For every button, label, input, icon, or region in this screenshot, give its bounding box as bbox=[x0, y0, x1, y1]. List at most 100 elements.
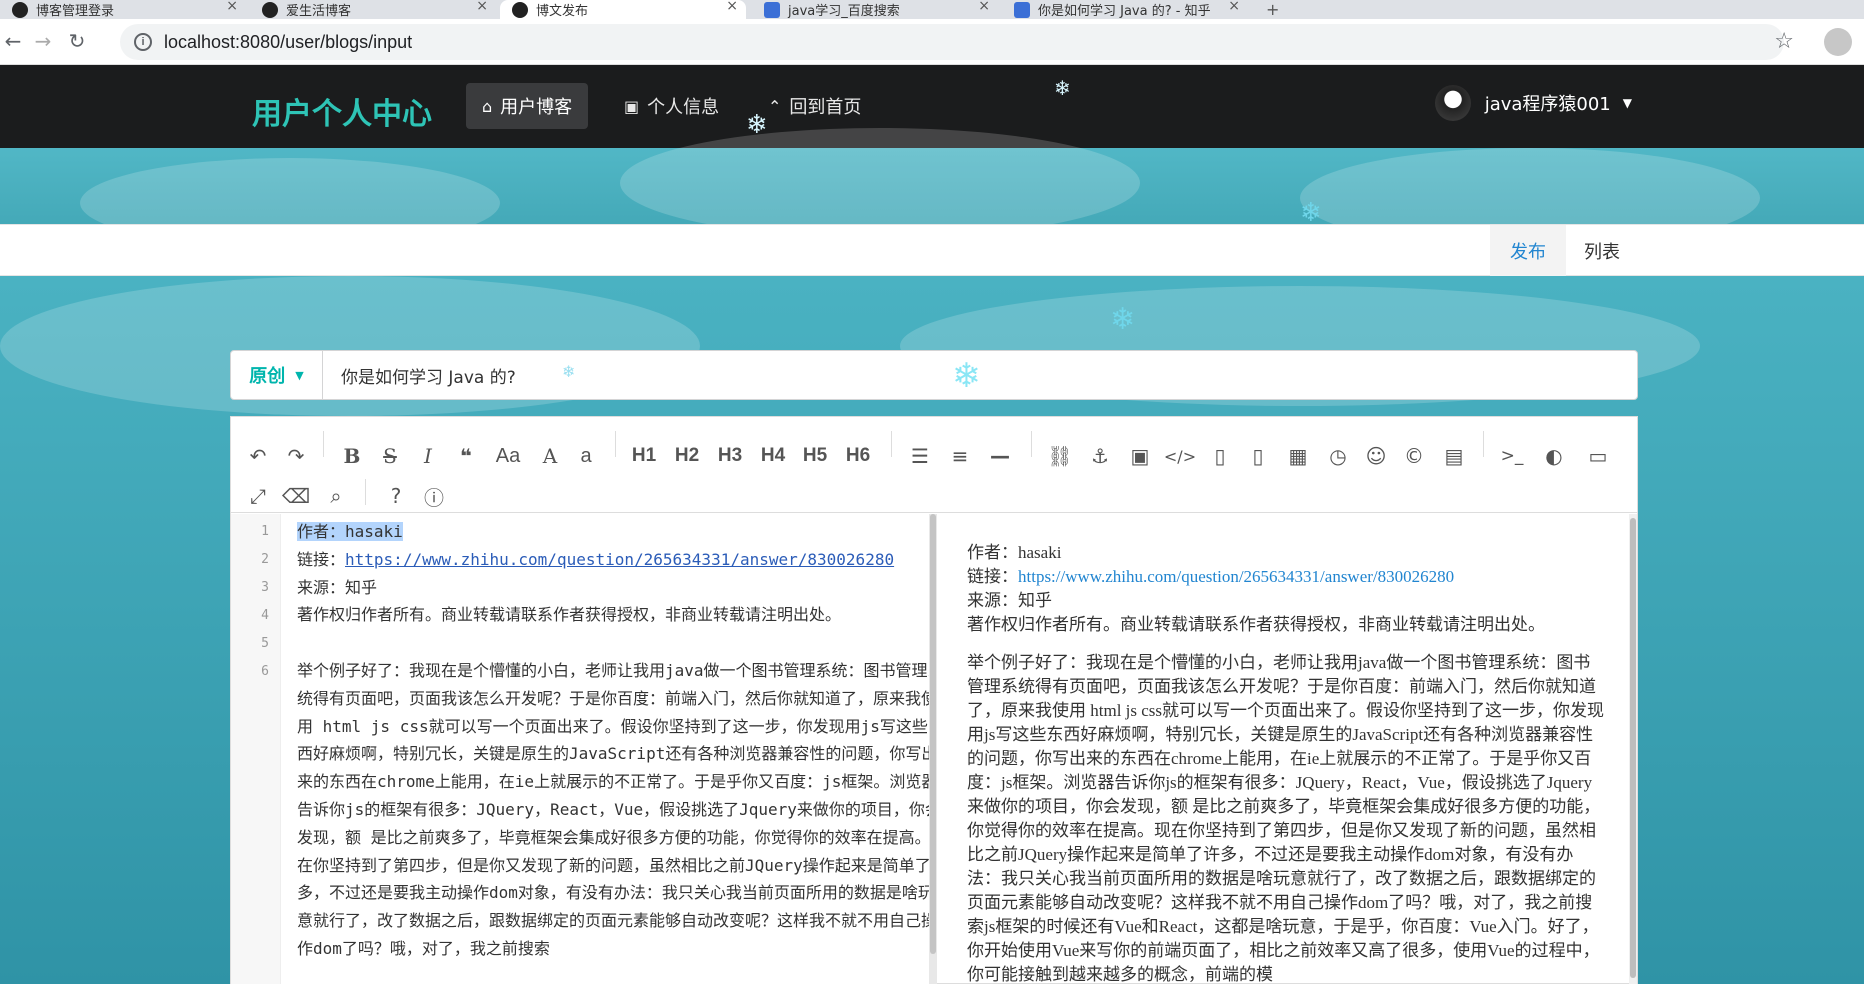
code-icon[interactable]: </> bbox=[1163, 439, 1197, 473]
preview-copyright: 著作权归作者所有。商业转载请联系作者获得授权，非商业转载请注明出处。 bbox=[967, 615, 1545, 634]
close-icon[interactable]: × bbox=[1228, 0, 1240, 14]
help-icon[interactable]: ? bbox=[379, 479, 413, 513]
tab-favicon-icon bbox=[512, 1, 528, 18]
forward-icon[interactable]: → bbox=[30, 29, 56, 53]
browser-tab[interactable]: 博客管理登录 × bbox=[0, 0, 246, 19]
browser-tab-active[interactable]: 博文发布 × bbox=[500, 0, 746, 19]
clear-icon[interactable]: ⌫ bbox=[279, 479, 313, 513]
heading-3-button[interactable]: H3 bbox=[713, 439, 747, 473]
code-text[interactable]: 作者：hasaki 链接：https://www.zhihu.com/quest… bbox=[297, 518, 931, 963]
site-info-icon[interactable]: i bbox=[134, 33, 152, 51]
undo-icon[interactable]: ↶ bbox=[241, 439, 275, 473]
username: java程序猿001 bbox=[1484, 94, 1611, 115]
bold-icon[interactable]: B bbox=[335, 439, 369, 473]
article-type-select[interactable]: 原创 ▼ bbox=[231, 351, 323, 399]
code-line: 作者：hasaki bbox=[297, 518, 931, 546]
heading-5-button[interactable]: H5 bbox=[798, 439, 832, 473]
preview-author: 作者：hasaki bbox=[967, 543, 1062, 562]
source-scrollbar[interactable] bbox=[929, 514, 937, 984]
italic-icon[interactable]: I bbox=[411, 439, 445, 473]
browser-tab-bar: 博客管理登录 × 爱生活博客 × 博文发布 × java学习_百度搜索 × 你是… bbox=[0, 0, 1864, 19]
toolbar-separator bbox=[365, 479, 366, 505]
tab-publish[interactable]: 发布 bbox=[1490, 225, 1566, 285]
preview-link[interactable]: https://www.zhihu.com/question/265634331… bbox=[1018, 567, 1454, 586]
lowercase-icon[interactable]: a bbox=[569, 439, 603, 473]
line-number: 6 bbox=[261, 664, 269, 679]
browser-profile-icon[interactable] bbox=[1824, 28, 1852, 56]
user-menu[interactable]: java程序猿001 ▼ bbox=[1434, 85, 1632, 121]
close-icon[interactable]: × bbox=[726, 0, 738, 14]
caret-down-icon: ▼ bbox=[295, 368, 304, 382]
preview-source: 来源：知乎 bbox=[967, 591, 1052, 610]
code-line: 举个例子好了：我现在是个懵懂的小白，老师让我用java做一个图书管理系统：图书管… bbox=[297, 660, 931, 958]
browser-tab[interactable]: 你是如何学习 Java 的? - 知乎 × bbox=[1002, 0, 1248, 19]
redo-icon[interactable]: ↷ bbox=[279, 439, 313, 473]
heading-4-button[interactable]: H4 bbox=[756, 439, 790, 473]
url-input[interactable]: i localhost:8080/user/blogs/input bbox=[120, 24, 1784, 60]
bookmark-star-icon[interactable]: ☆ bbox=[1774, 29, 1794, 54]
snowflake-icon: ❄ bbox=[1054, 76, 1071, 100]
heading-2-button[interactable]: H2 bbox=[670, 439, 704, 473]
cloud-decoration bbox=[620, 128, 1140, 238]
preview-scrollbar[interactable] bbox=[1629, 514, 1637, 984]
toolbar-separator bbox=[615, 431, 616, 457]
new-tab-icon[interactable]: + bbox=[1266, 0, 1279, 19]
markdown-source-pane[interactable]: 1 2 3 4 5 6 作者：hasaki 链接：https://www.zhi… bbox=[231, 514, 931, 984]
fullscreen-icon[interactable]: ⤢ bbox=[241, 479, 275, 513]
selected-text: 作者：hasaki bbox=[297, 522, 403, 541]
snowflake-icon: ❄ bbox=[746, 110, 768, 140]
close-icon[interactable]: × bbox=[978, 0, 990, 14]
line-number: 2 bbox=[261, 552, 269, 567]
code-link[interactable]: https://www.zhihu.com/question/265634331… bbox=[345, 550, 894, 569]
menu-item-home[interactable]: ⌃ 回到首页 bbox=[752, 83, 877, 129]
browser-tab[interactable]: java学习_百度搜索 × bbox=[752, 0, 998, 19]
menu-item-user-blogs[interactable]: ⌂ 用户博客 bbox=[466, 83, 589, 129]
code-line bbox=[297, 629, 931, 657]
heading-6-button[interactable]: H6 bbox=[841, 439, 875, 473]
info-icon[interactable]: ⓘ bbox=[417, 479, 451, 513]
snowflake-icon: ❄ bbox=[562, 362, 576, 381]
emoji-icon[interactable]: ☺ bbox=[1359, 439, 1393, 473]
terminal-icon[interactable]: >_ bbox=[1495, 439, 1529, 473]
line-number: 3 bbox=[261, 580, 269, 595]
bullet-list-icon[interactable]: ☰ bbox=[903, 439, 937, 473]
toolbar-separator bbox=[1483, 431, 1484, 457]
tab-list[interactable]: 列表 bbox=[1564, 225, 1640, 277]
code-block-icon[interactable]: ▯ bbox=[1203, 439, 1237, 473]
html-entities-icon[interactable]: © bbox=[1397, 439, 1431, 473]
code-line: 来源：知乎 bbox=[297, 577, 378, 597]
image-icon[interactable]: ▣ bbox=[1123, 439, 1157, 473]
anchor-icon[interactable]: ⚓ bbox=[1083, 439, 1117, 473]
menu-item-profile[interactable]: ▣ 个人信息 bbox=[608, 83, 735, 129]
preformatted-icon[interactable]: ▯ bbox=[1241, 439, 1275, 473]
toolbar-separator bbox=[1031, 431, 1032, 457]
toolbar-separator bbox=[323, 431, 324, 457]
line-number: 5 bbox=[261, 636, 269, 651]
snowflake-icon: ❄ bbox=[952, 356, 981, 396]
table-icon[interactable]: ▦ bbox=[1281, 439, 1315, 473]
browser-tab[interactable]: 爱生活博客 × bbox=[250, 0, 496, 19]
hide-preview-icon[interactable]: ◐ bbox=[1537, 439, 1571, 473]
close-icon[interactable]: × bbox=[476, 0, 488, 14]
capitalize-icon[interactable]: Aa bbox=[491, 439, 525, 473]
close-icon[interactable]: × bbox=[226, 0, 238, 14]
pagebreak-icon[interactable]: ▤ bbox=[1437, 439, 1471, 473]
strikethrough-icon[interactable]: S bbox=[373, 439, 407, 473]
datetime-icon[interactable]: ◷ bbox=[1321, 439, 1355, 473]
reload-icon[interactable]: ↻ bbox=[64, 29, 90, 53]
uppercase-icon[interactable]: A bbox=[533, 439, 567, 473]
link-icon[interactable]: ⛓ bbox=[1043, 439, 1077, 473]
preview-spacer bbox=[967, 637, 1607, 651]
toolbar-separator bbox=[891, 431, 892, 457]
search-icon[interactable]: ⌕ bbox=[319, 479, 353, 513]
back-icon[interactable]: ← bbox=[0, 29, 26, 53]
line-number-gutter: 1 2 3 4 5 6 bbox=[231, 514, 281, 984]
heading-1-button[interactable]: H1 bbox=[627, 439, 661, 473]
ordered-list-icon[interactable]: ≡ bbox=[943, 439, 977, 473]
quote-icon[interactable]: ❝ bbox=[449, 439, 483, 473]
line-number: 1 bbox=[261, 524, 269, 539]
tab-favicon-icon bbox=[12, 1, 28, 18]
horizontal-rule-icon[interactable]: — bbox=[983, 439, 1017, 473]
fullscreen-preview-icon[interactable]: ▭ bbox=[1581, 439, 1615, 473]
site-brand[interactable]: 用户个人中心 bbox=[252, 89, 432, 133]
